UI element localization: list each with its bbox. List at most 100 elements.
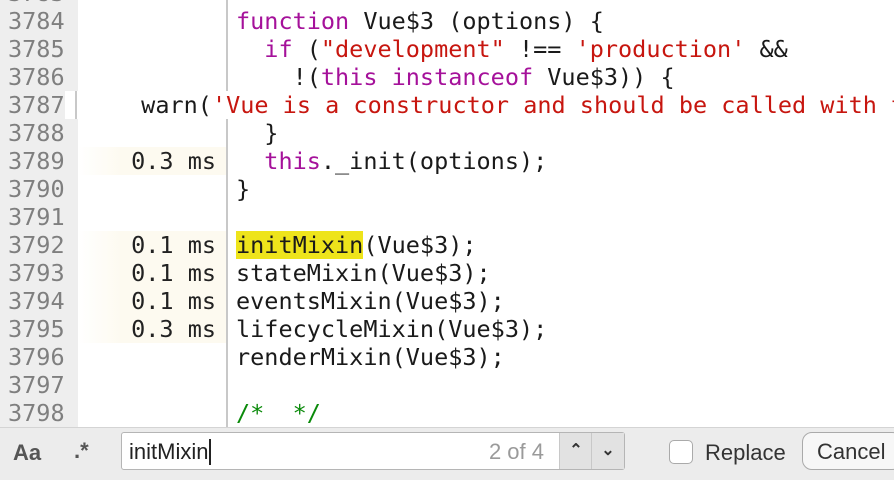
code-line: 3784 function Vue$3 (options) { — [0, 7, 894, 35]
code-token: function — [236, 7, 350, 35]
code-token: lifecycleMixin(Vue$3); — [236, 315, 548, 343]
timing-value — [78, 63, 228, 91]
code-text: function Vue$3 (options) { — [228, 7, 604, 35]
timing-value — [78, 371, 228, 399]
replace-label: Replace — [705, 440, 786, 465]
timing-value — [78, 343, 228, 371]
line-number[interactable]: 3788 — [0, 119, 78, 147]
code-text: } — [228, 175, 250, 203]
cancel-button[interactable]: Cancel — [802, 432, 894, 470]
timing-value — [65, 91, 77, 119]
code-token: ( — [292, 35, 321, 63]
code-line: 3793 0.1 ms stateMixin(Vue$3); — [0, 259, 894, 287]
code-line: 3786 !(this instanceof Vue$3)) { — [0, 63, 894, 91]
code-line: 3792 0.1 ms initMixin(Vue$3); — [0, 231, 894, 259]
code-token: eventsMixin(Vue$3); — [236, 287, 505, 315]
code-token: instanceof — [391, 63, 534, 91]
code-token: 'Vue is a constructor and should be call… — [211, 91, 894, 119]
replace-checkbox[interactable] — [669, 440, 693, 464]
chevron-up-icon: ⌃ — [569, 442, 583, 459]
code-line: 3789 0.3 ms this._init(options); — [0, 147, 894, 175]
code-token: /* */ — [236, 399, 321, 427]
case-sensitive-toggle[interactable]: Aa — [13, 440, 41, 466]
timing-value — [78, 399, 228, 427]
line-number[interactable]: 3795 — [0, 315, 78, 343]
code-text: renderMixin(Vue$3); — [228, 343, 505, 371]
timing-value — [78, 203, 228, 231]
code-line: 3783 — [0, 0, 894, 7]
line-number[interactable]: 3793 — [0, 259, 78, 287]
code-text: if ("development" !== 'production' && — [228, 35, 788, 63]
previous-match-button[interactable]: ⌃ — [559, 433, 592, 469]
code-text: } — [228, 119, 278, 147]
code-line: 3785 if ("development" !== 'production' … — [0, 35, 894, 63]
code-line: 3787 warn('Vue is a constructor and shou… — [0, 91, 894, 119]
code-token: !( — [236, 63, 321, 91]
code-text: initMixin(Vue$3); — [228, 231, 477, 259]
code-text: warn('Vue is a constructor and should be… — [77, 91, 894, 119]
timing-value — [78, 0, 228, 7]
code-token: Vue$3)) { — [533, 63, 675, 91]
code-token: this — [264, 147, 321, 175]
code-token: } — [236, 119, 279, 147]
source-editor[interactable]: 37833784function Vue$3 (options) {3785 i… — [0, 0, 894, 427]
line-number[interactable]: 3794 — [0, 287, 78, 315]
code-token: this — [320, 63, 378, 91]
search-field[interactable]: initMixin 2 of 4 ⌃ ⌄ — [121, 432, 625, 470]
code-text: this._init(options); — [228, 147, 547, 175]
search-highlight: initMixin — [236, 231, 364, 259]
line-number[interactable]: 3785 — [0, 35, 78, 63]
code-line: 3788 } — [0, 119, 894, 147]
code-text: lifecycleMixin(Vue$3); — [228, 315, 547, 343]
search-input[interactable]: initMixin — [129, 439, 212, 465]
code-line: 3797 — [0, 371, 894, 399]
timing-value — [78, 7, 228, 35]
code-line: 3794 0.1 ms eventsMixin(Vue$3); — [0, 287, 894, 315]
code-line: 3798 /* */ — [0, 399, 894, 427]
chevron-down-icon: ⌄ — [601, 442, 615, 459]
timing-value: 0.3 ms — [78, 315, 228, 343]
code-line: 3791 — [0, 203, 894, 231]
code-token: 'production' — [575, 35, 746, 63]
code-line: 3795 0.3 ms lifecycleMixin(Vue$3); — [0, 315, 894, 343]
line-number[interactable]: 3786 — [0, 63, 78, 91]
line-number[interactable]: 3787 — [0, 91, 65, 119]
code-token: Vue$3 (options) { — [349, 7, 604, 35]
code-token: ._init(options); — [320, 147, 548, 175]
code-text: /* */ — [228, 399, 321, 427]
line-number[interactable]: 3792 — [0, 231, 78, 259]
line-number[interactable]: 3783 — [0, 0, 78, 7]
timing-value: 0.3 ms — [78, 147, 228, 175]
line-number[interactable]: 3790 — [0, 175, 78, 203]
next-match-button[interactable]: ⌄ — [591, 433, 624, 469]
code-token: } — [236, 175, 251, 203]
timing-value: 0.1 ms — [78, 259, 228, 287]
line-number[interactable]: 3796 — [0, 343, 78, 371]
line-number[interactable]: 3784 — [0, 7, 78, 35]
code-text: stateMixin(Vue$3); — [228, 259, 491, 287]
timing-value: 0.1 ms — [78, 231, 228, 259]
code-token: && — [745, 35, 788, 63]
line-number[interactable]: 3798 — [0, 399, 78, 427]
code-token: !== — [504, 35, 576, 63]
line-number[interactable]: 3797 — [0, 371, 78, 399]
timing-value — [78, 35, 228, 63]
line-number[interactable]: 3791 — [0, 203, 78, 231]
code-token: (Vue$3); — [363, 231, 477, 259]
match-count: 2 of 4 — [488, 439, 544, 464]
code-token: if — [264, 35, 293, 63]
code-token: "development" — [320, 35, 505, 63]
code-line: 3790} — [0, 175, 894, 203]
code-token: renderMixin(Vue$3); — [236, 343, 505, 371]
line-number[interactable]: 3789 — [0, 147, 78, 175]
find-bar: Aa .* initMixin 2 of 4 ⌃ ⌄ Replace Cance… — [0, 427, 894, 480]
code-text: eventsMixin(Vue$3); — [228, 287, 505, 315]
regex-toggle[interactable]: .* — [74, 438, 89, 464]
code-text: !(this instanceof Vue$3)) { — [228, 63, 675, 91]
